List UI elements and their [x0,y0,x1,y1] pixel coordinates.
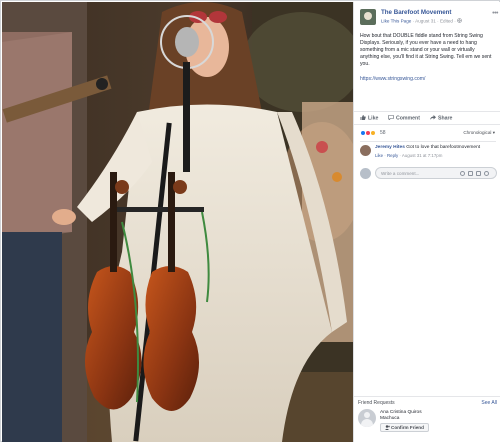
requester-name[interactable]: Ana Cristina Quiros Machuca [380,410,440,422]
page-avatar[interactable] [360,9,376,25]
add-friend-icon [385,424,390,430]
see-all-link[interactable]: See All [481,400,497,406]
page-name-link[interactable]: The Barefoot Movement [381,9,451,16]
divider [360,141,496,142]
friend-requests-header: Friend Requests See All [354,396,500,408]
reaction-count[interactable]: 58 [380,130,386,136]
like-label: Like [368,115,379,122]
like-page-link[interactable]: Like This Page [381,19,411,24]
reactions-bar: 58 Chronological ▾ [360,129,497,139]
comment-input[interactable]: Write a comment... [375,167,497,179]
comment-meta: Like · Reply · August 31 at 7:17pm [375,153,442,158]
post-actions: Like Comment Share [354,111,500,125]
confirm-friend-button[interactable]: Confirm Friend [380,423,429,432]
thumbs-up-icon [360,115,366,120]
requester-avatar[interactable] [358,409,376,427]
comment-body: Jeremy Hites Got to love that barefootmo… [375,145,480,150]
like-button[interactable]: Like [360,115,378,122]
comment-label: Comment [396,115,420,122]
post-photo[interactable] [2,2,353,442]
edited-label[interactable]: · Edited · [437,19,456,24]
comment-author[interactable]: Jeremy Hites [375,145,405,150]
comment-button[interactable]: Comment [388,115,420,122]
facebook-photo-viewer: The Barefoot Movement Like This Page · A… [0,0,500,442]
comment-time[interactable]: August 31 at 7:17pm [402,153,443,158]
comment-composer: Write a comment... [360,167,498,180]
comment-like-link[interactable]: Like [375,153,383,158]
post-link[interactable]: https://www.stringswing.com/ [360,76,425,82]
more-options-icon[interactable]: ••• [492,10,498,17]
post-text: How bout that DOUBLE fiddle stand from S… [360,33,492,67]
post-header: The Barefoot Movement Like This Page · A… [360,7,498,29]
confirm-friend-label: Confirm Friend [391,425,424,430]
globe-icon [457,18,462,23]
friend-request-item: Ana Cristina Quiros Machuca Confirm Frie… [358,409,498,439]
comment-text: Got to love that barefootmovement [406,145,481,150]
camera-icon[interactable] [468,170,473,176]
photo-illustration [2,2,353,442]
composer-icons [460,170,492,177]
share-button[interactable]: Share [430,115,452,122]
viewer-avatar [360,168,371,179]
haha-reaction-icon[interactable] [370,130,376,136]
friend-requests-title: Friend Requests [358,400,395,406]
post-side-panel: The Barefoot Movement Like This Page · A… [353,2,500,442]
share-label: Share [438,115,453,122]
comment-placeholder: Write a comment... [381,171,420,176]
gif-icon[interactable] [476,170,481,176]
comment-icon [388,115,394,120]
comment-sort-dropdown[interactable]: Chronological ▾ [463,130,495,136]
commenter-avatar[interactable] [360,145,371,156]
comment-item: Jeremy Hites Got to love that barefootmo… [360,144,498,162]
comment-reply-link[interactable]: Reply [387,153,398,158]
sticker-icon[interactable] [484,170,489,176]
post-date[interactable]: August 31 [415,19,436,24]
post-meta: Like This Page · August 31 · Edited · [381,18,462,24]
share-icon [430,115,436,120]
emoji-icon[interactable] [460,170,465,176]
